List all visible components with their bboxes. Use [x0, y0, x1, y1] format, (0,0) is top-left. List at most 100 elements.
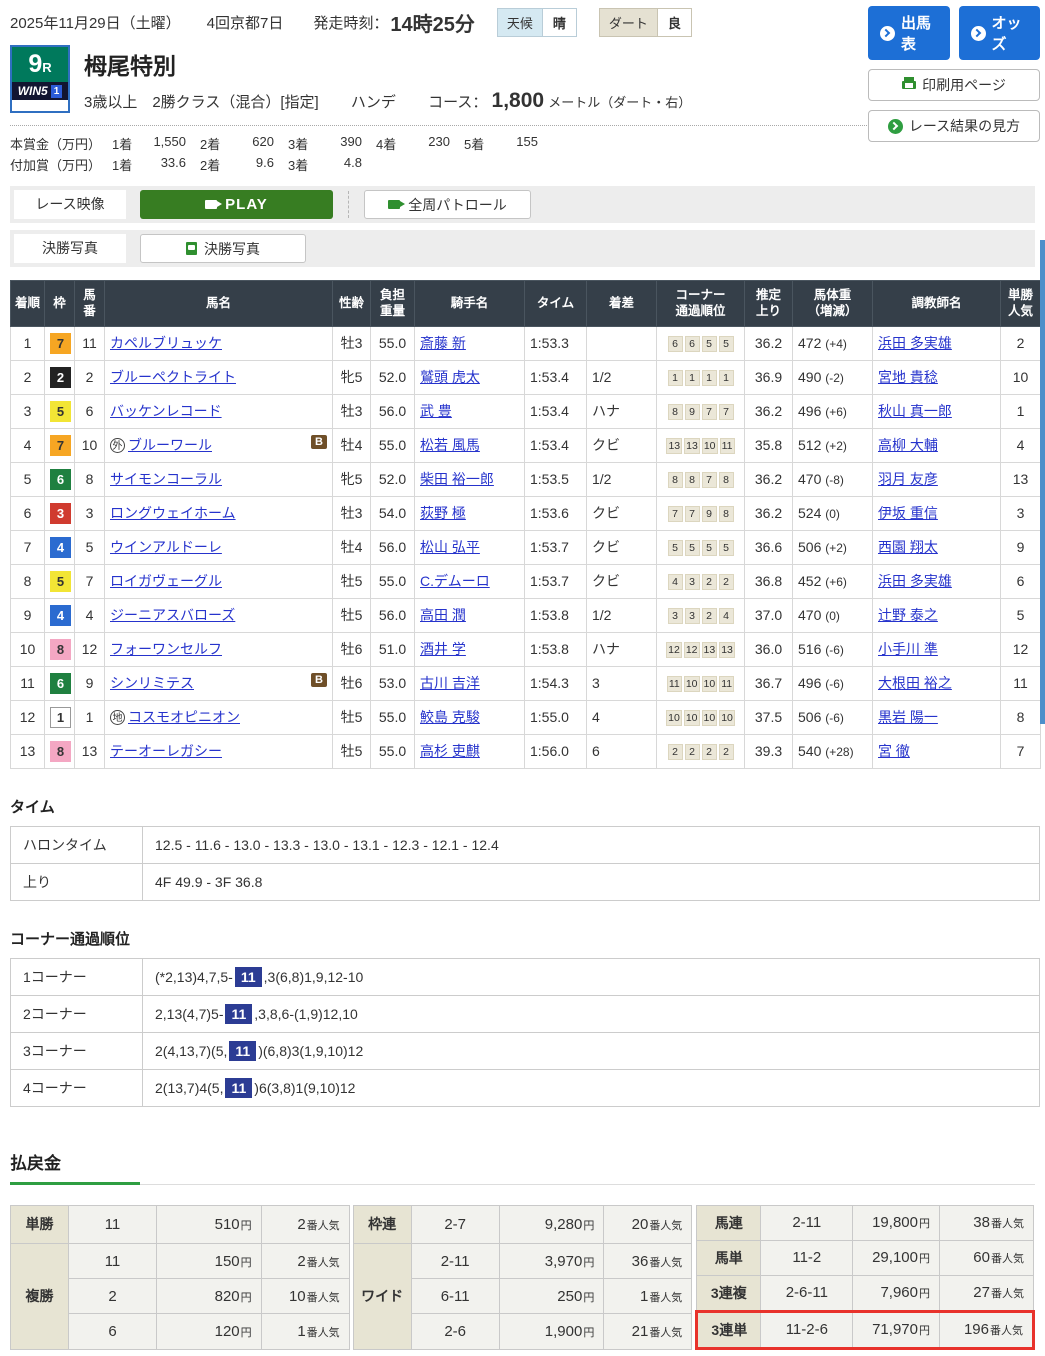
finish-time: 1:56.0: [524, 733, 587, 769]
col-margin: 着差: [586, 280, 657, 327]
jockey-link[interactable]: 武 豊: [420, 403, 452, 419]
bet-type-label: 枠連: [352, 1204, 412, 1244]
track-value: 良: [656, 9, 691, 36]
result-guide-button[interactable]: レース結果の見方: [868, 110, 1040, 142]
horse-number: 1: [74, 699, 105, 735]
jockey-link[interactable]: 柴田 裕一郎: [420, 471, 494, 487]
horse-weight: 540 (+28): [792, 733, 873, 769]
finish-position: 13: [10, 733, 45, 769]
payout-group-bracket-wide: 枠連 2-7 9,280円 20番人気 ワイド 2-11 3,970円 36番人…: [352, 1204, 693, 1350]
margin: 4: [586, 699, 657, 735]
carried-weight: 52.0: [370, 359, 415, 395]
horse-link[interactable]: シンリミテス: [110, 675, 194, 691]
trainer-link[interactable]: 宮地 貴稔: [878, 369, 938, 385]
finish-time: 1:53.5: [524, 461, 587, 497]
col-finish-position: 着順: [10, 280, 45, 327]
margin: クビ: [586, 529, 657, 565]
table-row: 12 1 1 地コスモオピニオン 牡5 55.0 鮫島 克駿 1:55.0 4 …: [10, 699, 1041, 735]
blinkers-badge: B: [311, 435, 327, 449]
jockey-link[interactable]: 酒井 学: [420, 641, 466, 657]
main-prize-label: 本賞金（万円）: [10, 137, 102, 152]
win-favorite: 2: [1000, 325, 1041, 361]
trainer-link[interactable]: 大根田 裕之: [878, 675, 952, 691]
print-page-button[interactable]: 印刷用ページ: [868, 69, 1040, 101]
handicap-label: ハンデ: [350, 94, 396, 111]
finish-time: 1:53.8: [524, 597, 587, 633]
finish-position: 5: [10, 461, 45, 497]
payout-amount: 150円: [156, 1242, 262, 1280]
horse-link[interactable]: ブルーワール: [128, 437, 212, 453]
odds-button[interactable]: オッズ: [958, 6, 1040, 60]
horse-link[interactable]: ブルーペクトライト: [110, 369, 236, 385]
blinkers-badge: B: [311, 673, 327, 687]
jockey-link[interactable]: 古川 吉洋: [420, 675, 480, 691]
horse-link[interactable]: カペルブリュッケ: [110, 335, 222, 351]
race-number: 9R: [12, 47, 68, 82]
finish-photo-button[interactable]: 決勝写真: [140, 234, 306, 263]
jockey-link[interactable]: 高田 潤: [420, 607, 466, 623]
frame-number-badge: 5: [50, 570, 71, 592]
horse-link[interactable]: フォーワンセルフ: [110, 641, 222, 657]
horse-link[interactable]: バッケンレコード: [110, 403, 222, 419]
jockey-link[interactable]: 鷲頭 虎太: [420, 369, 480, 385]
horse-number: 8: [74, 461, 105, 497]
jockey-link[interactable]: 鮫島 克駿: [420, 709, 480, 725]
horse-number: 12: [74, 631, 105, 667]
table-row: 2 2 2 ブルーペクトライト 牝5 52.0 鷲頭 虎太 1:53.4 1/2…: [10, 359, 1041, 395]
frame-number-badge: 5: [50, 400, 71, 422]
trainer-link[interactable]: 小手川 準: [878, 641, 938, 657]
popularity-rank: 20番人気: [603, 1204, 693, 1244]
jockey-link[interactable]: C.デムーロ: [420, 573, 490, 589]
scrollbar[interactable]: [1040, 240, 1045, 724]
trainer-link[interactable]: 浜田 多実雄: [878, 335, 952, 351]
horse-link[interactable]: ジーニアスバローズ: [110, 607, 235, 623]
finish-photo-row: 決勝写真 決勝写真: [10, 230, 1035, 267]
time-table: ハロンタイム 12.5 - 11.6 - 13.0 - 13.3 - 13.0 …: [10, 825, 1040, 901]
corner-order: 2,13(4,7)5- 11,3,8,6-(1,9)12,10: [142, 994, 1040, 1033]
winner-highlight: 11: [229, 1040, 257, 1061]
horse-link[interactable]: ロイガヴェーグル: [110, 573, 222, 589]
horse-name-cell: B シンリミテス: [104, 665, 333, 701]
trainer-link[interactable]: 浜田 多実雄: [878, 573, 952, 589]
trainer-link[interactable]: 羽月 友彦: [878, 471, 938, 487]
play-video-button[interactable]: PLAY: [140, 190, 333, 219]
col-carried-weight: 負担 重量: [370, 280, 415, 327]
patrol-video-button[interactable]: 全周パトロール: [364, 190, 531, 219]
horse-name-cell: サイモンコーラル: [104, 461, 333, 497]
trainer-link[interactable]: 黒岩 陽一: [878, 709, 938, 725]
trainer-link[interactable]: 辻野 泰之: [878, 607, 938, 623]
horse-link[interactable]: ウインアルドーレ: [110, 539, 222, 555]
arrow-icon: [970, 25, 986, 41]
corner-positions: 6655: [656, 325, 745, 361]
jockey-link[interactable]: 松山 弘平: [420, 539, 480, 555]
last-3f: 36.2: [744, 325, 793, 361]
popularity-rank: 21番人気: [603, 1313, 693, 1350]
sex-age: 牡4: [332, 529, 371, 565]
jockey-link[interactable]: 高杉 吏麒: [420, 743, 480, 759]
horse-link[interactable]: サイモンコーラル: [110, 471, 222, 487]
sex-age: 牡5: [332, 699, 371, 735]
sex-age: 牡5: [332, 733, 371, 769]
carried-weight: 56.0: [370, 393, 415, 429]
jockey-link[interactable]: 松若 風馬: [420, 437, 480, 453]
trainer-link[interactable]: 西園 翔太: [878, 539, 938, 555]
trainer-link[interactable]: 秋山 真一郎: [878, 403, 952, 419]
trainer-link[interactable]: 宮 徹: [878, 743, 910, 759]
horse-link[interactable]: コスモオピニオン: [128, 709, 240, 725]
horse-link[interactable]: ロングウェイホーム: [110, 505, 236, 521]
bet-type-label: 複勝: [10, 1242, 69, 1350]
frame-number-badge: 6: [50, 672, 71, 694]
combination: 2-6: [410, 1313, 500, 1350]
furlong-time-row: ハロンタイム 12.5 - 11.6 - 13.0 - 13.3 - 13.0 …: [10, 825, 1040, 864]
win-favorite: 4: [1000, 427, 1041, 463]
entries-button[interactable]: 出馬表: [868, 6, 950, 60]
jockey-link[interactable]: 荻野 極: [420, 505, 466, 521]
horse-weight: 472 (+4): [792, 325, 873, 361]
payout-tables: 単勝 11 510円 2番人気 複勝 11 150円 2番人気 2 820円 1…: [10, 1204, 1035, 1350]
jockey-link[interactable]: 斎藤 新: [420, 335, 466, 351]
last-3f: 37.5: [744, 699, 793, 735]
trainer-link[interactable]: 伊坂 重信: [878, 505, 938, 521]
finish-time: 1:53.8: [524, 631, 587, 667]
trainer-link[interactable]: 高柳 大輔: [878, 437, 938, 453]
horse-link[interactable]: テーオーレガシー: [110, 743, 222, 759]
